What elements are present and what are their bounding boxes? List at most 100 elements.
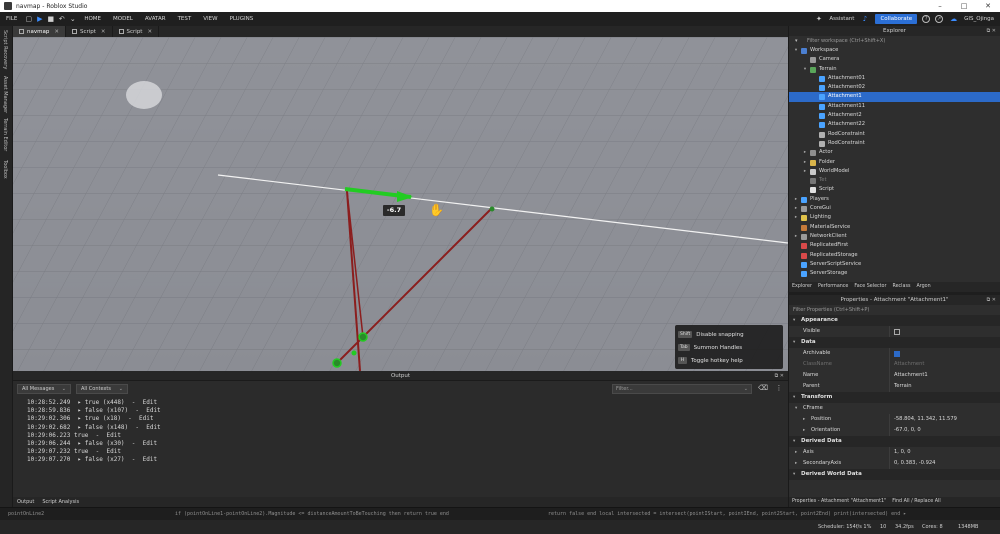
tab-properties[interactable]: Properties - Attachment "Attachment1" xyxy=(789,497,889,507)
attachment-marker[interactable] xyxy=(332,358,342,368)
cloud-icon[interactable]: ☁ xyxy=(948,15,959,23)
tree-item[interactable]: ▸ Players xyxy=(789,195,1000,204)
tree-item[interactable]: Attachment01 xyxy=(789,74,1000,83)
tab-script-2[interactable]: Script ✕ xyxy=(113,26,160,37)
properties-filter-input[interactable]: Filter Properties (Ctrl+Shift+P) xyxy=(789,305,1000,315)
log-message[interactable]: ▸ false (x148) - Edit xyxy=(70,424,161,431)
section-derived-data[interactable]: ▾ Derived Data xyxy=(789,436,1000,447)
axis-value-field[interactable]: 1, 0, 0 xyxy=(894,447,911,458)
close-icon[interactable]: ✕ xyxy=(976,2,1000,10)
archivable-checkbox[interactable] xyxy=(894,351,900,357)
attachment-marker[interactable] xyxy=(358,332,368,342)
chevron-right-icon[interactable]: ▸ xyxy=(795,447,797,458)
log-message[interactable]: ▸ false (x107) - Edit xyxy=(70,407,161,414)
tree-item[interactable]: Attachment11 xyxy=(789,102,1000,111)
menu-file[interactable]: FILE xyxy=(0,16,23,22)
more-icon[interactable]: ⌄ xyxy=(67,15,78,23)
tree-item[interactable]: Attachment1 xyxy=(789,92,1000,102)
chevron-right-icon[interactable]: ▸ xyxy=(793,213,799,222)
chevron-down-icon[interactable]: ▾ xyxy=(793,46,799,55)
tree-item[interactable]: MaterialService xyxy=(789,223,1000,232)
rail-tab-toolbox[interactable]: Toolbox xyxy=(2,160,8,179)
tree-item[interactable]: ReplicatedFirst xyxy=(789,241,1000,250)
minimize-icon[interactable]: – xyxy=(928,2,952,10)
message-filter-dropdown[interactable]: All Messages ⌄ xyxy=(17,384,71,394)
tab-argon[interactable]: Argon xyxy=(913,282,933,292)
chevron-right-icon[interactable]: ▸ xyxy=(802,158,808,167)
menu-view[interactable]: VIEW xyxy=(197,16,223,22)
tree-item[interactable]: RodConstraint xyxy=(789,139,1000,148)
secondary-axis-value-field[interactable]: 0, 0.383, -0.924 xyxy=(894,458,935,469)
chevron-right-icon[interactable]: ▸ xyxy=(793,195,799,204)
tree-item[interactable]: ServerScriptService xyxy=(789,260,1000,269)
3d-viewport[interactable]: -6.7 ✋ Shift Disable snapping Tab Summon… xyxy=(13,37,788,371)
log-message[interactable]: ▸ false (x30) - Edit xyxy=(70,440,157,447)
log-message[interactable]: ▸ true (x18) - Edit xyxy=(70,415,154,422)
section-transform[interactable]: ▾ Transform xyxy=(789,392,1000,403)
more-icon[interactable]: ⋮ xyxy=(774,384,784,394)
tab-reclass[interactable]: Reclass xyxy=(889,282,913,292)
panel-controls-icon[interactable]: ⧉ ✕ xyxy=(987,26,996,36)
log-message[interactable]: ▸ true (x448) - Edit xyxy=(70,399,157,406)
chevron-right-icon[interactable]: ▸ xyxy=(793,204,799,213)
tree-item[interactable]: Camera xyxy=(789,55,1000,64)
undo-icon[interactable]: ↶ xyxy=(56,15,67,23)
context-filter-dropdown[interactable]: All Contexts ⌄ xyxy=(76,384,128,394)
menu-home[interactable]: HOME xyxy=(78,16,107,22)
tree-item[interactable]: ▸ WorldModel xyxy=(789,167,1000,176)
tree-item[interactable]: ▸ CoreGui xyxy=(789,204,1000,213)
tab-explorer[interactable]: Explorer xyxy=(789,282,815,292)
tree-item[interactable]: ServerStorage xyxy=(789,269,1000,278)
section-data[interactable]: ▾ Data xyxy=(789,337,1000,348)
attachment-marker[interactable] xyxy=(489,206,495,212)
chevron-right-icon[interactable]: ▸ xyxy=(802,167,808,176)
tree-item[interactable]: ReplicatedStorage xyxy=(789,251,1000,260)
tree-item[interactable]: ▾ Workspace xyxy=(789,46,1000,55)
tree-item[interactable]: Script xyxy=(789,185,1000,194)
close-tab-icon[interactable]: ✕ xyxy=(54,29,59,35)
tree-item[interactable]: ▾ Terrain xyxy=(789,65,1000,74)
save-icon[interactable]: ▢ xyxy=(23,15,34,23)
stop-icon[interactable]: ■ xyxy=(45,15,56,23)
tree-item[interactable]: Attachment02 xyxy=(789,83,1000,92)
chevron-right-icon[interactable]: ▸ xyxy=(802,148,808,157)
chevron-right-icon[interactable]: ▸ xyxy=(803,414,805,425)
ghost-part[interactable] xyxy=(126,81,162,109)
tab-script-1[interactable]: Script ✕ xyxy=(66,26,113,37)
close-tab-icon[interactable]: ✕ xyxy=(147,29,152,35)
tree-item[interactable]: ▸ Lighting xyxy=(789,213,1000,222)
prop-cframe[interactable]: ▾ CFrame xyxy=(789,403,1000,414)
tree-item[interactable]: ▸ Folder xyxy=(789,158,1000,167)
menu-plugins[interactable]: PLUGINS xyxy=(224,16,260,22)
tab-script-analysis[interactable]: Script Analysis xyxy=(38,497,83,507)
play-icon[interactable]: ▶ xyxy=(34,15,45,23)
log-message[interactable]: ▸ false (x27) - Edit xyxy=(70,456,157,463)
help-icon[interactable]: ? xyxy=(922,15,931,23)
share-icon[interactable]: ↗ xyxy=(935,15,944,23)
menu-avatar[interactable]: AVATAR xyxy=(139,16,172,22)
tab-navmap[interactable]: navmap ✕ xyxy=(13,26,66,37)
tab-find-replace[interactable]: Find All / Replace All xyxy=(889,497,943,507)
tree-item[interactable]: Attachment2 xyxy=(789,111,1000,120)
output-log[interactable]: 10:28:52.249 ▸ true (x448) - Edit 10:28:5… xyxy=(13,397,788,465)
chevron-right-icon[interactable]: ▸ xyxy=(793,232,799,241)
section-appearance[interactable]: ▾ Appearance xyxy=(789,315,1000,326)
visible-checkbox[interactable] xyxy=(894,329,900,335)
tree-item[interactable]: Tet xyxy=(789,176,1000,185)
chevron-right-icon[interactable]: ▸ xyxy=(795,458,797,469)
tab-face-selector[interactable]: Face Selector xyxy=(851,282,889,292)
parent-value-field[interactable]: Terrain xyxy=(894,381,912,392)
chevron-right-icon[interactable]: ▸ xyxy=(803,425,805,436)
notification-icon[interactable]: ♪ xyxy=(859,15,870,23)
rail-tab-terrain-editor[interactable]: Terrain Editor xyxy=(2,118,8,151)
menu-model[interactable]: MODEL xyxy=(107,16,139,22)
collaborate-button[interactable]: Collaborate xyxy=(875,14,918,24)
rail-tab-script-recovery[interactable]: Script Recovery xyxy=(2,30,8,69)
maximize-icon[interactable]: □ xyxy=(952,2,976,10)
tree-item[interactable]: Attachment22 xyxy=(789,120,1000,129)
close-tab-icon[interactable]: ✕ xyxy=(101,29,106,35)
tree-item[interactable]: ▸ Actor xyxy=(789,148,1000,157)
attachment-marker[interactable] xyxy=(351,350,357,356)
command-bar[interactable]: pointOnLine2 if (pointOnLine1-pointOnLin… xyxy=(0,507,1000,520)
tab-performance[interactable]: Performance xyxy=(815,282,851,292)
